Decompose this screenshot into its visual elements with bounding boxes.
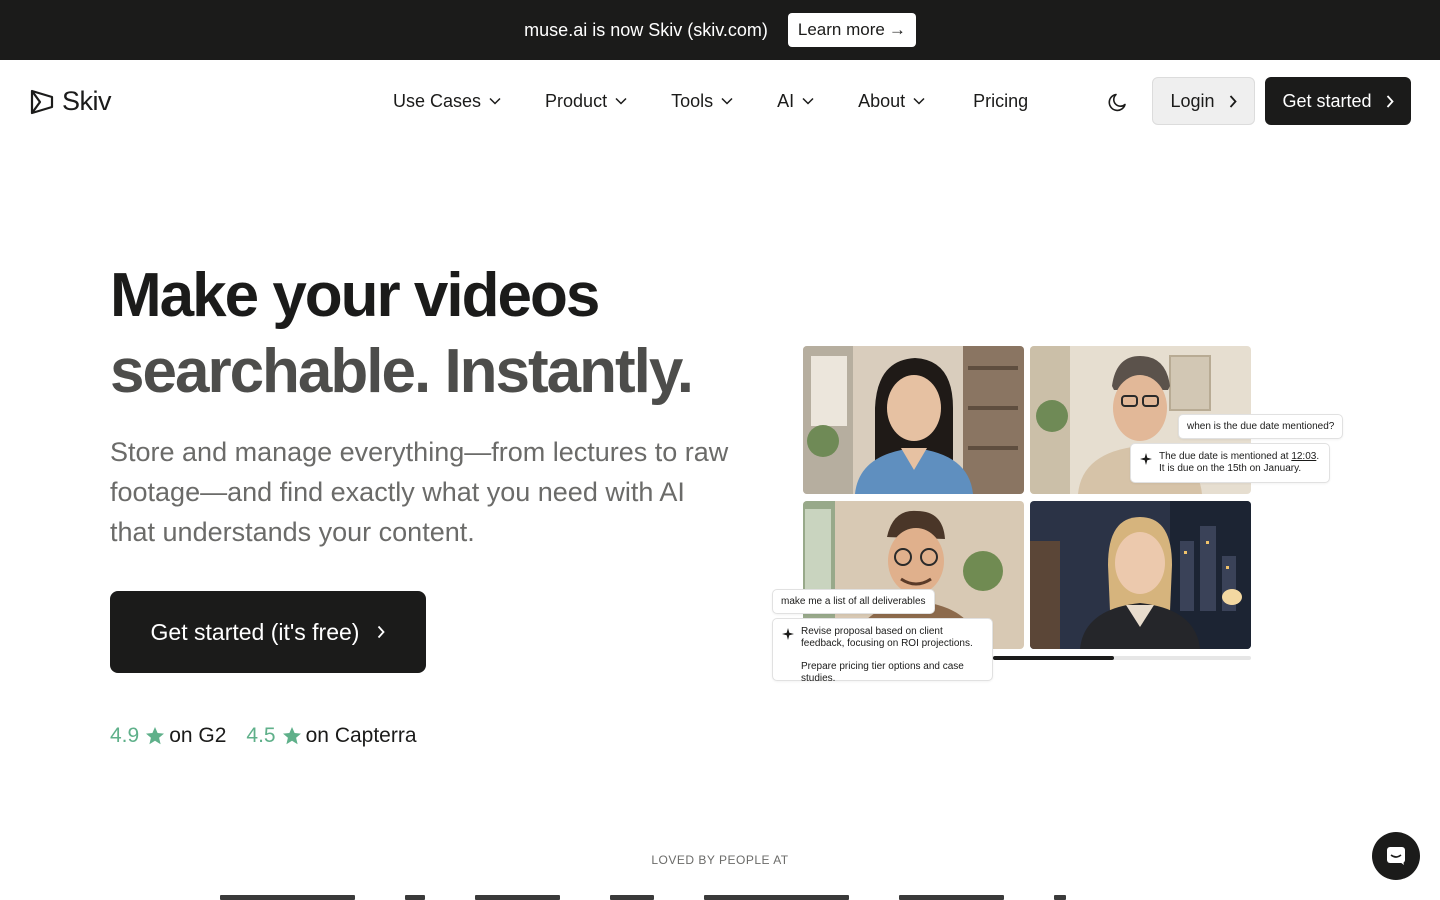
customer-logos xyxy=(220,895,1220,900)
customer-logo xyxy=(1054,895,1066,900)
login-label: Login xyxy=(1170,90,1215,111)
star-icon xyxy=(282,727,301,745)
chevron-down-icon xyxy=(802,97,814,105)
chevron-right-icon xyxy=(378,625,386,639)
video-progress-fill xyxy=(993,656,1115,660)
capterra-score: 4.5 xyxy=(246,724,276,747)
chat-answer-1: The due date is mentioned at 12:03. It i… xyxy=(1130,443,1330,483)
learn-more-button[interactable]: Learn more → xyxy=(787,13,916,47)
video-tile-woman-1 xyxy=(803,346,1024,494)
star-icon xyxy=(146,727,165,745)
chevron-right-icon xyxy=(1229,94,1237,108)
nav-item-label: About xyxy=(858,90,906,111)
nav-item-label: AI xyxy=(777,90,795,111)
nav-item-label: Use Cases xyxy=(393,90,482,111)
chevron-right-icon xyxy=(1386,94,1394,108)
customer-logo xyxy=(220,895,355,900)
nav-item-product[interactable]: Product xyxy=(545,88,627,114)
hero-title: Make your videos searchable. Instantly. xyxy=(110,258,694,410)
get-started-label: Get started xyxy=(1282,90,1372,111)
g2-label: on G2 xyxy=(169,724,227,747)
loved-by-heading: LOVED BY PEOPLE AT xyxy=(651,853,789,867)
nav-menu: Use Cases Product Tools AI About Pricing xyxy=(393,88,1028,114)
nav-item-tools[interactable]: Tools xyxy=(671,88,733,114)
sparkle-icon xyxy=(1140,453,1152,465)
logo-icon xyxy=(30,89,54,114)
top-nav: Skiv Use Cases Product Tools AI About Pr… xyxy=(0,60,1440,142)
hero-title-line-1: Make your videos xyxy=(110,261,600,330)
chat-question-1: when is the due date mentioned? xyxy=(1178,414,1344,439)
chevron-down-icon xyxy=(615,97,627,105)
chevron-down-icon xyxy=(913,97,925,105)
timestamp-link[interactable]: 12:03 xyxy=(1291,451,1316,462)
cta-label: Get started (it's free) xyxy=(150,618,360,645)
chat-icon xyxy=(1387,847,1405,865)
capterra-label: on Capterra xyxy=(305,724,417,747)
login-button[interactable]: Login xyxy=(1152,77,1255,125)
g2-score: 4.9 xyxy=(110,724,140,747)
moon-icon[interactable] xyxy=(1106,90,1130,114)
logo-text: Skiv xyxy=(62,86,112,116)
nav-item-about[interactable]: About xyxy=(858,88,925,114)
customer-logo xyxy=(475,895,560,900)
chevron-down-icon xyxy=(721,97,733,105)
chevron-down-icon xyxy=(489,97,501,105)
arrow-right-icon: → xyxy=(888,20,906,39)
customer-logo xyxy=(899,895,1004,900)
ratings-row: 4.9 on G2 4.5 on Capterra xyxy=(110,724,417,748)
chat-question-2: make me a list of all deliverables xyxy=(772,589,935,614)
logo-link[interactable]: Skiv xyxy=(28,86,112,117)
video-progress-bar[interactable] xyxy=(993,656,1251,660)
customer-logo xyxy=(704,895,849,900)
nav-item-ai[interactable]: AI xyxy=(777,88,814,114)
sparkle-icon xyxy=(782,628,794,640)
nav-item-pricing[interactable]: Pricing xyxy=(973,88,1028,114)
nav-item-label: Tools xyxy=(671,90,714,111)
customer-logo xyxy=(610,895,654,900)
deliverable-item: Revise proposal based on client feedback… xyxy=(801,626,973,649)
nav-item-label: Product xyxy=(545,90,608,111)
chat-launcher-button[interactable] xyxy=(1372,832,1420,880)
chat-answer-1-text: The due date is mentioned at 12:03. It i… xyxy=(1159,451,1320,474)
nav-item-label: Pricing xyxy=(973,90,1029,111)
hero-subtitle: Store and manage everything—from lecture… xyxy=(110,437,729,547)
nav-item-use-cases[interactable]: Use Cases xyxy=(393,88,501,114)
banner-text: muse.ai is now Skiv (skiv.com) xyxy=(524,19,768,40)
chat-answer-2: Revise proposal based on client feedback… xyxy=(772,618,993,684)
get-started-button[interactable]: Get started xyxy=(1265,77,1411,125)
customer-logo xyxy=(405,895,425,900)
deliverable-item: Prepare pricing tier options and case st… xyxy=(801,661,964,684)
learn-more-label: Learn more xyxy=(797,20,885,39)
hero-title-line-2: searchable. Instantly. xyxy=(110,337,694,406)
announcement-banner: muse.ai is now Skiv (skiv.com) Learn mor… xyxy=(0,0,1440,60)
video-tile-woman-2 xyxy=(1030,501,1251,649)
get-started-free-button[interactable]: Get started (it's free) xyxy=(110,591,426,673)
